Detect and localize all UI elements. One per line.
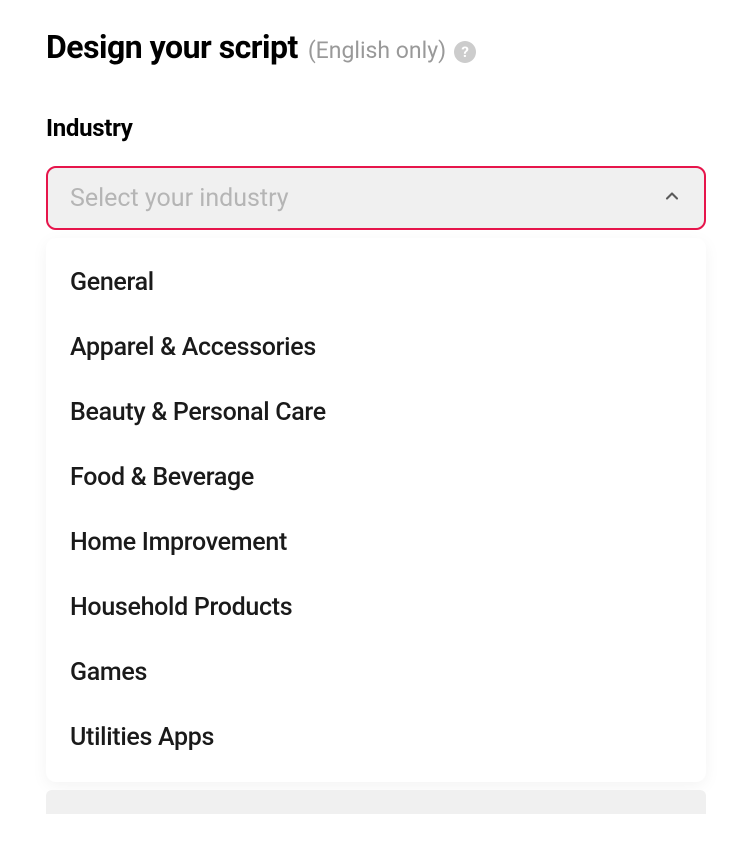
- page-subtitle: (English only): [308, 37, 446, 64]
- help-icon[interactable]: ?: [454, 41, 476, 63]
- industry-option-utilities[interactable]: Utilities Apps: [46, 705, 706, 770]
- industry-option-beauty[interactable]: Beauty & Personal Care: [46, 380, 706, 445]
- industry-option-food[interactable]: Food & Beverage: [46, 445, 706, 510]
- industry-dropdown: General Apparel & Accessories Beauty & P…: [46, 238, 706, 782]
- page-header: Design your script (English only) ?: [46, 28, 706, 66]
- chevron-up-icon: [662, 186, 682, 210]
- industry-label: Industry: [46, 114, 706, 142]
- subtitle-wrap: (English only) ?: [308, 37, 476, 65]
- industry-select[interactable]: Select your industry: [46, 166, 706, 230]
- industry-option-games[interactable]: Games: [46, 640, 706, 705]
- industry-option-apparel[interactable]: Apparel & Accessories: [46, 315, 706, 380]
- industry-option-household[interactable]: Household Products: [46, 575, 706, 640]
- industry-placeholder: Select your industry: [70, 184, 289, 213]
- footer-strip: [46, 790, 706, 814]
- industry-option-general[interactable]: General: [46, 250, 706, 315]
- page-title: Design your script: [46, 28, 298, 66]
- industry-option-home[interactable]: Home Improvement: [46, 510, 706, 575]
